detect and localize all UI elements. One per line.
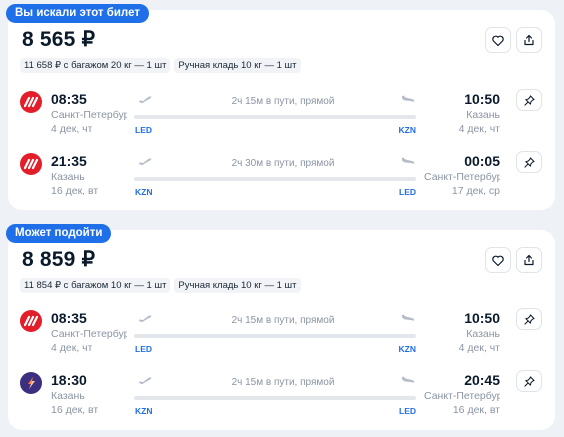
pin-button[interactable]	[516, 370, 542, 392]
flight-segment-outbound[interactable]: 08:35 Санкт-Петербург 4 дек, чт 2ч 15м в…	[8, 88, 555, 144]
destination-airport-code: LED	[399, 187, 416, 197]
plane-takeoff-icon	[138, 96, 152, 104]
share-button[interactable]	[516, 247, 542, 273]
nordwind-logo	[20, 153, 42, 175]
hand-luggage-chip[interactable]: Ручная кладь 10 кг — 1 шт	[174, 58, 301, 73]
hand-luggage-chip[interactable]: Ручная кладь 10 кг — 1 шт	[174, 278, 301, 293]
departure-city: Казань	[51, 390, 85, 402]
departure-time: 21:35	[51, 153, 87, 169]
baggage-chip[interactable]: 11 854 ₽ с багажом 10 кг — 1 шт	[20, 278, 171, 293]
departure-date: 4 дек, чт	[51, 342, 93, 354]
arrival-time: 20:45	[464, 372, 500, 388]
pin-icon	[523, 375, 535, 387]
share-button[interactable]	[516, 27, 542, 53]
destination-airport-code: KZN	[398, 344, 416, 354]
flight-segment-outbound[interactable]: 08:35 Санкт-Петербург 4 дек, чт 2ч 15м в…	[8, 307, 555, 363]
pin-button[interactable]	[516, 89, 542, 111]
arrival-date: 4 дек, чт	[458, 123, 500, 135]
smartavia-logo	[20, 372, 42, 394]
departure-date: 16 дек, вт	[51, 185, 99, 197]
heart-icon	[492, 35, 504, 46]
departure-date: 4 дек, чт	[51, 123, 93, 135]
departure-city: Санкт-Петербург	[51, 109, 127, 121]
ticket-price: 8 565 ₽	[22, 28, 96, 51]
departure-time: 08:35	[51, 310, 87, 326]
plane-takeoff-icon	[138, 158, 152, 166]
ticket-badge: Вы искали этот билет	[6, 4, 149, 23]
share-icon	[524, 34, 534, 46]
flight-route-bar	[134, 396, 416, 400]
ticket-card[interactable]: Вы искали этот билет 8 565 ₽ 11 658 ₽ с …	[6, 4, 555, 210]
flight-segment-return[interactable]: 21:35 Казань 16 дек, вт 2ч 30м в пути, п…	[8, 150, 555, 206]
flight-duration: 2ч 15м в пути, прямой	[231, 377, 335, 388]
flight-route-bar	[134, 177, 416, 181]
arrival-date: 17 дек, ср	[451, 185, 500, 197]
baggage-chips: 11 658 ₽ с багажом 20 кг — 1 шт Ручная к…	[20, 58, 301, 73]
flight-duration: 2ч 15м в пути, прямой	[231, 96, 335, 107]
plane-landing-icon	[401, 314, 415, 321]
plane-takeoff-icon	[138, 377, 152, 385]
nordwind-logo	[20, 310, 42, 332]
departure-time: 18:30	[51, 372, 87, 388]
pin-button[interactable]	[516, 151, 542, 173]
arrival-time: 10:50	[464, 310, 500, 326]
destination-airport-code: LED	[399, 406, 416, 416]
origin-airport-code: LED	[135, 125, 152, 135]
departure-city: Казань	[51, 171, 85, 183]
departure-date: 16 дек, вт	[51, 404, 99, 416]
arrival-date: 16 дек, вт	[452, 404, 500, 416]
arrival-city: Санкт-Петербург	[424, 390, 500, 402]
flight-route-bar	[134, 115, 416, 119]
flight-route-bar	[134, 334, 416, 338]
origin-airport-code: KZN	[135, 187, 153, 197]
origin-airport-code: KZN	[135, 406, 153, 416]
pin-icon	[523, 94, 535, 106]
ticket-price: 8 859 ₽	[22, 248, 96, 271]
plane-landing-icon	[401, 95, 415, 102]
arrival-time: 00:05	[464, 153, 500, 169]
ticket-card[interactable]: Может подойти 8 859 ₽ 11 854 ₽ с багажом…	[6, 224, 555, 430]
arrival-date: 4 дек, чт	[458, 342, 500, 354]
plane-landing-icon	[401, 376, 415, 383]
arrival-time: 10:50	[464, 91, 500, 107]
favorite-button[interactable]	[485, 27, 511, 53]
arrival-city: Казань	[466, 328, 500, 340]
pin-icon	[523, 156, 535, 168]
plane-takeoff-icon	[138, 315, 152, 323]
departure-time: 08:35	[51, 91, 87, 107]
pin-button[interactable]	[516, 308, 542, 330]
favorite-button[interactable]	[485, 247, 511, 273]
flight-duration: 2ч 30м в пути, прямой	[231, 158, 335, 169]
arrival-city: Санкт-Петербург	[424, 171, 500, 183]
plane-landing-icon	[401, 157, 415, 164]
baggage-chips: 11 854 ₽ с багажом 10 кг — 1 шт Ручная к…	[20, 278, 301, 293]
destination-airport-code: KZN	[398, 125, 416, 135]
ticket-badge: Может подойти	[6, 224, 112, 243]
share-icon	[524, 254, 534, 266]
flight-segment-return[interactable]: 18:30 Казань 16 дек, вт 2ч 15м в пути, п…	[8, 369, 555, 425]
baggage-chip[interactable]: 11 658 ₽ с багажом 20 кг — 1 шт	[20, 58, 171, 73]
flight-duration: 2ч 15м в пути, прямой	[231, 315, 335, 326]
arrival-city: Казань	[466, 109, 500, 121]
pin-icon	[523, 313, 535, 325]
departure-city: Санкт-Петербург	[51, 328, 127, 340]
origin-airport-code: LED	[135, 344, 152, 354]
nordwind-logo	[20, 91, 42, 113]
heart-icon	[492, 255, 504, 266]
